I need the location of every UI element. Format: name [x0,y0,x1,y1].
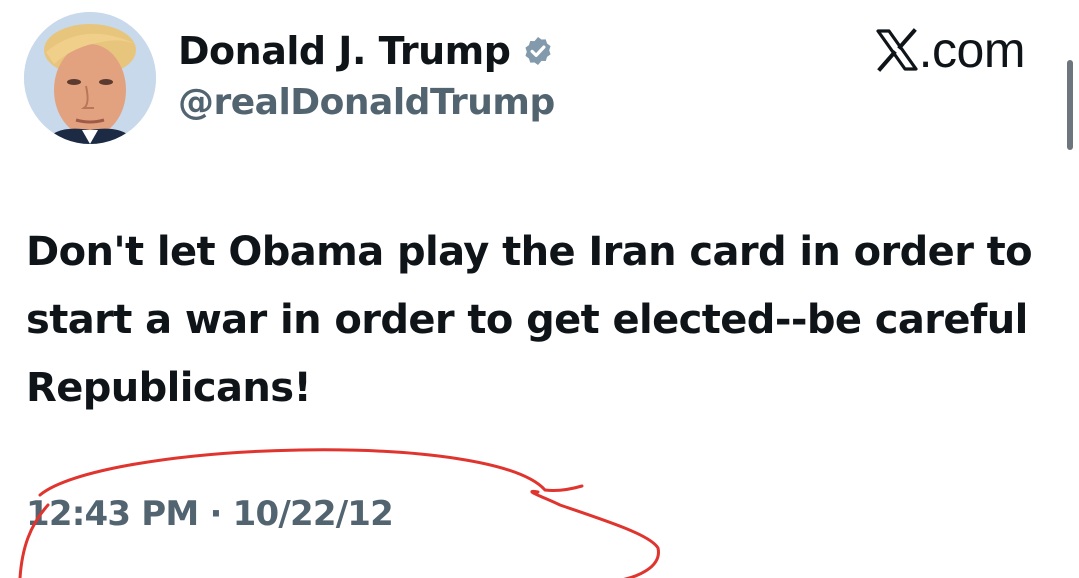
tweet-date: 10/22/12 [232,494,394,534]
site-label-text: .com [918,22,1026,78]
tweet-timestamp[interactable]: 12:43 PM · 10/22/12 [26,494,394,534]
tweet-text: Don't let Obama play the Iran card in or… [26,229,1033,411]
avatar[interactable] [24,12,156,144]
tweet-time: 12:43 PM [26,494,199,534]
scrollbar[interactable] [1067,60,1073,150]
site-label: .com [875,22,1026,78]
author-name-row[interactable]: Donald J. Trump [178,26,554,76]
user-handle[interactable]: @realDonaldTrump [178,82,555,123]
display-name[interactable]: Donald J. Trump [178,29,511,73]
x-logo-icon [875,28,919,72]
verified-badge-icon [522,35,554,67]
timestamp-separator: · [209,494,222,534]
